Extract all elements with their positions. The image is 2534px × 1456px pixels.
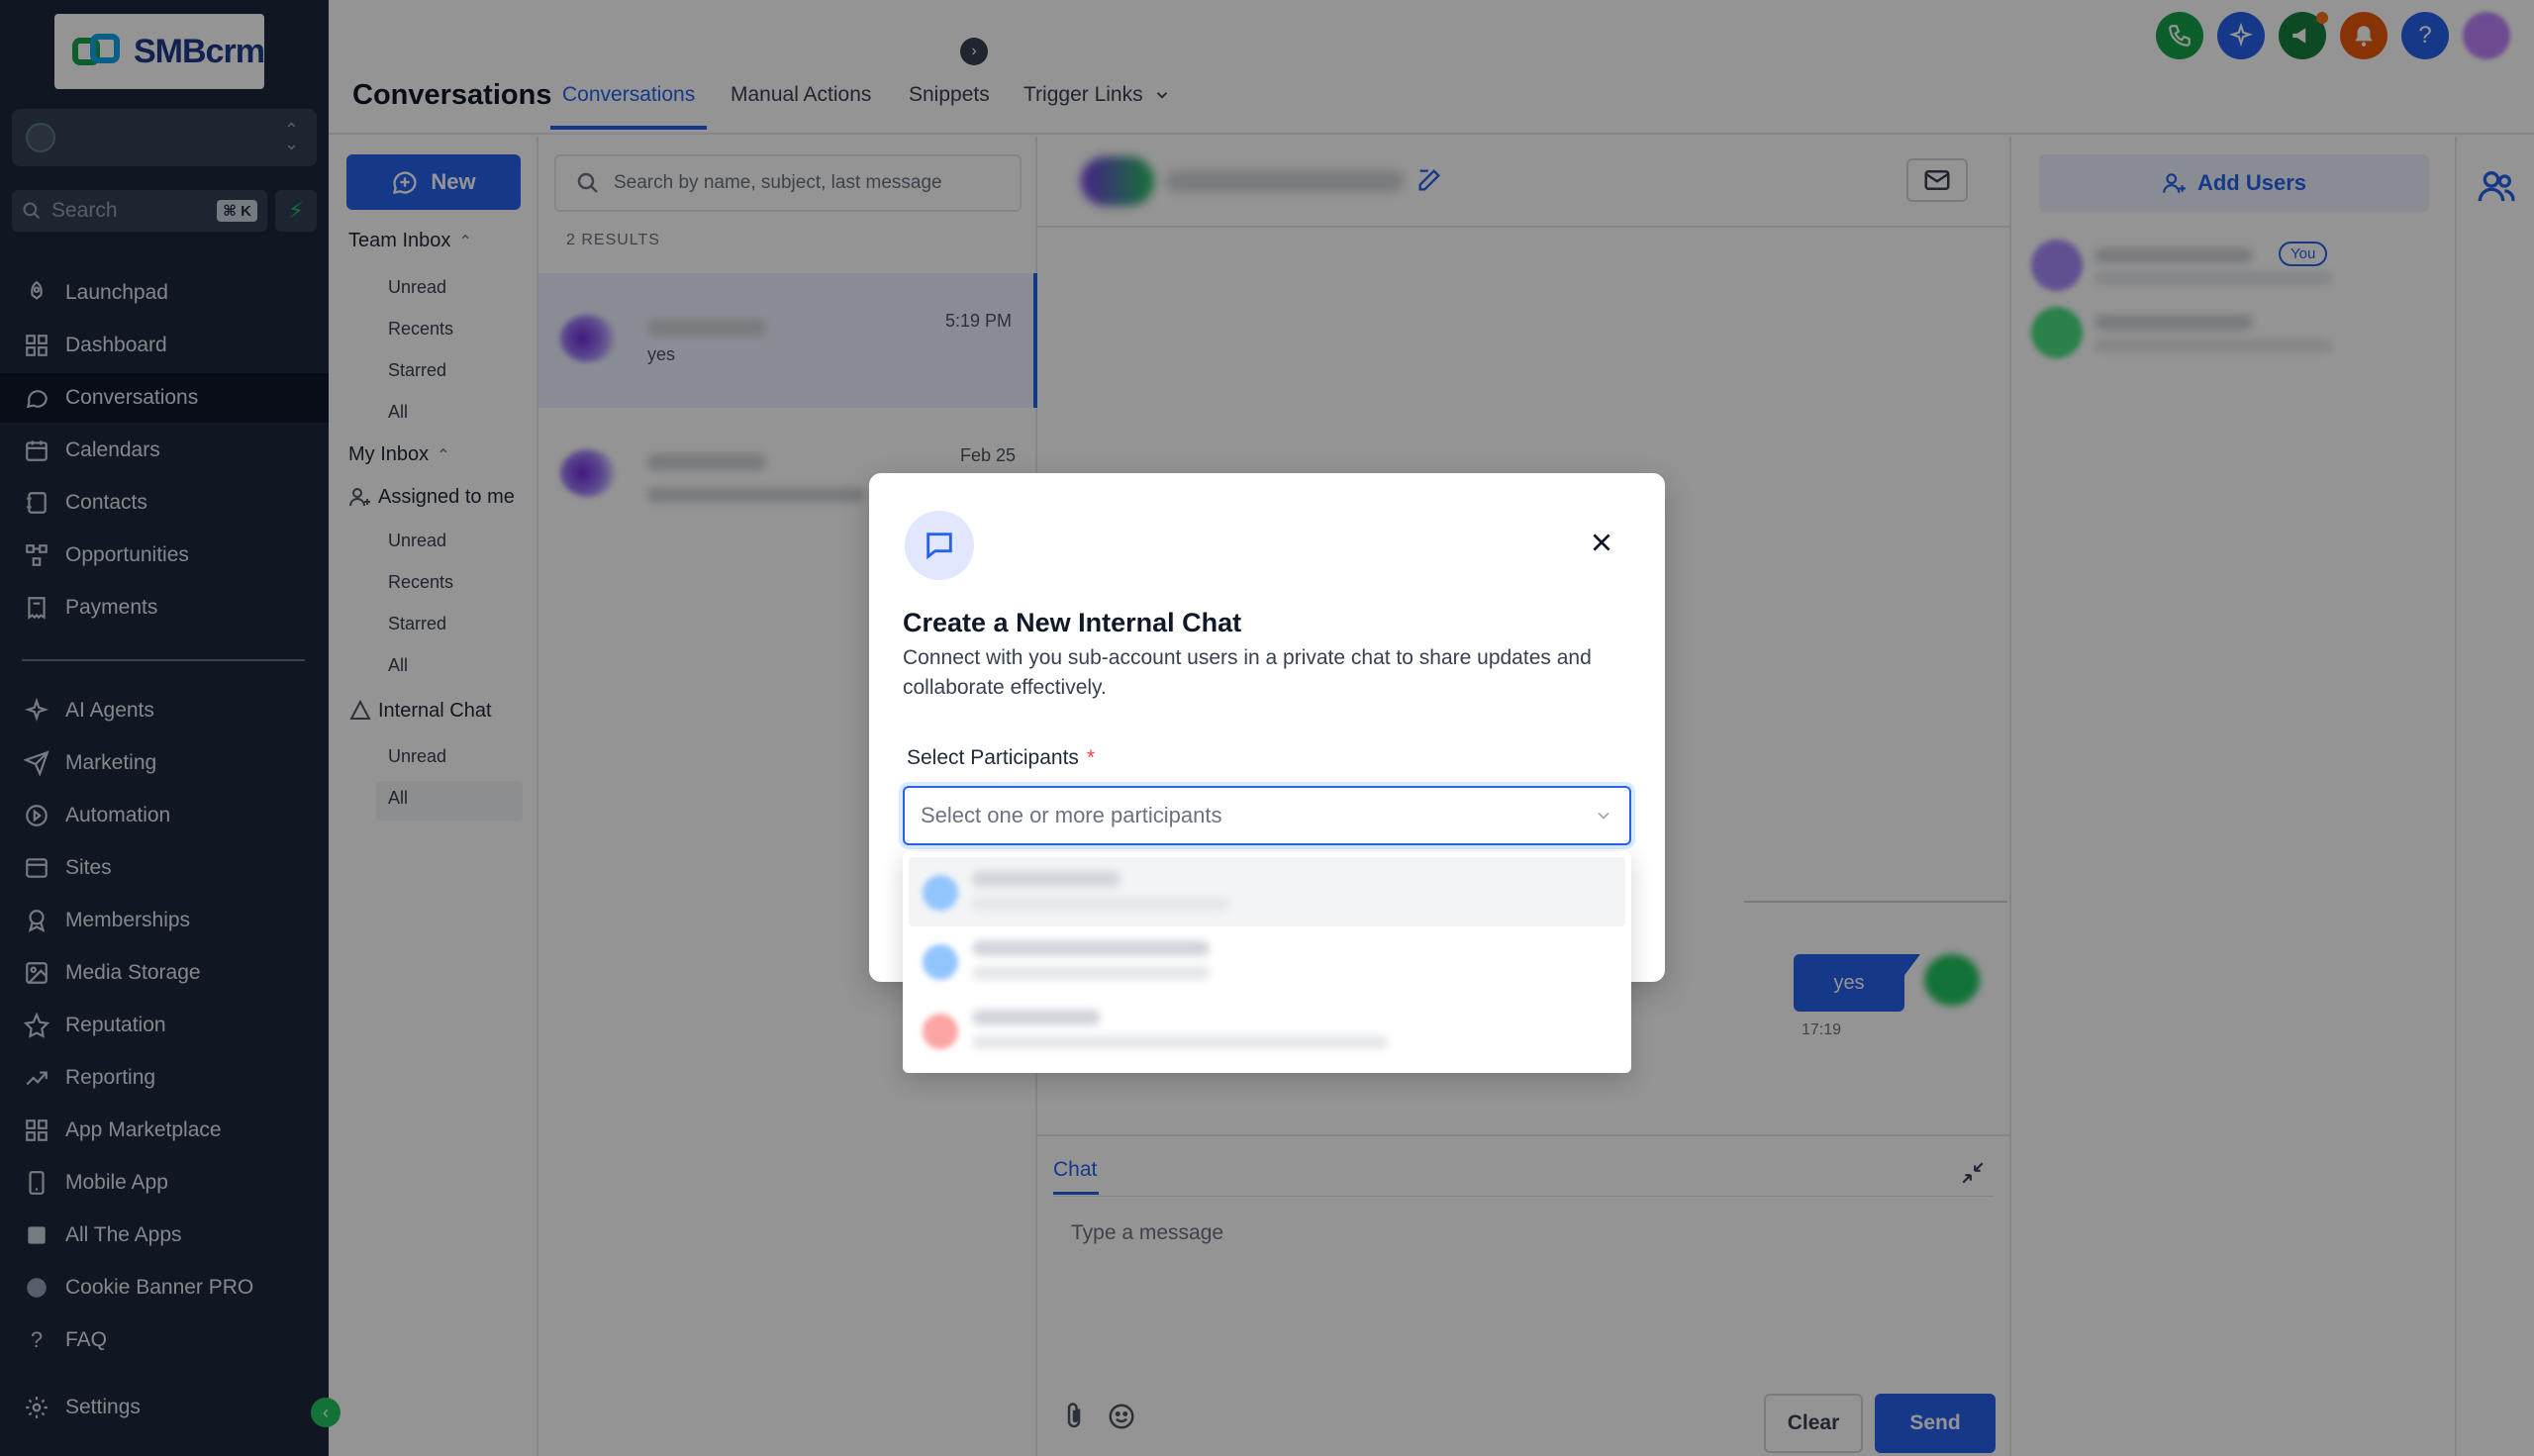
participant-option[interactable] [909, 857, 1625, 926]
participants-label: Select Participants * [907, 746, 1095, 770]
option-avatar [923, 944, 958, 980]
option-name-redacted [972, 940, 1210, 956]
option-email-redacted [972, 897, 1229, 911]
required-mark: * [1086, 746, 1096, 769]
option-avatar [923, 875, 958, 911]
option-email-redacted [972, 966, 1210, 980]
option-email-redacted [972, 1035, 1388, 1049]
option-name-redacted [972, 1010, 1101, 1025]
close-icon[interactable] [1584, 525, 1619, 560]
participants-dropdown [903, 851, 1631, 1073]
participant-option[interactable] [909, 996, 1625, 1065]
participants-select-placeholder: Select one or more participants [921, 803, 1222, 827]
modal-description: Connect with you sub-account users in a … [903, 646, 1592, 699]
option-avatar [923, 1014, 958, 1049]
option-name-redacted [972, 871, 1121, 887]
modal-title: Create a New Internal Chat [903, 608, 1242, 637]
modal-icon [905, 511, 974, 580]
participants-select[interactable]: Select one or more participants [903, 786, 1631, 845]
participants-label-text: Select Participants [907, 746, 1079, 769]
chevron-down-icon [1598, 812, 1609, 820]
participant-option[interactable] [909, 926, 1625, 996]
message-square-icon [926, 533, 952, 560]
